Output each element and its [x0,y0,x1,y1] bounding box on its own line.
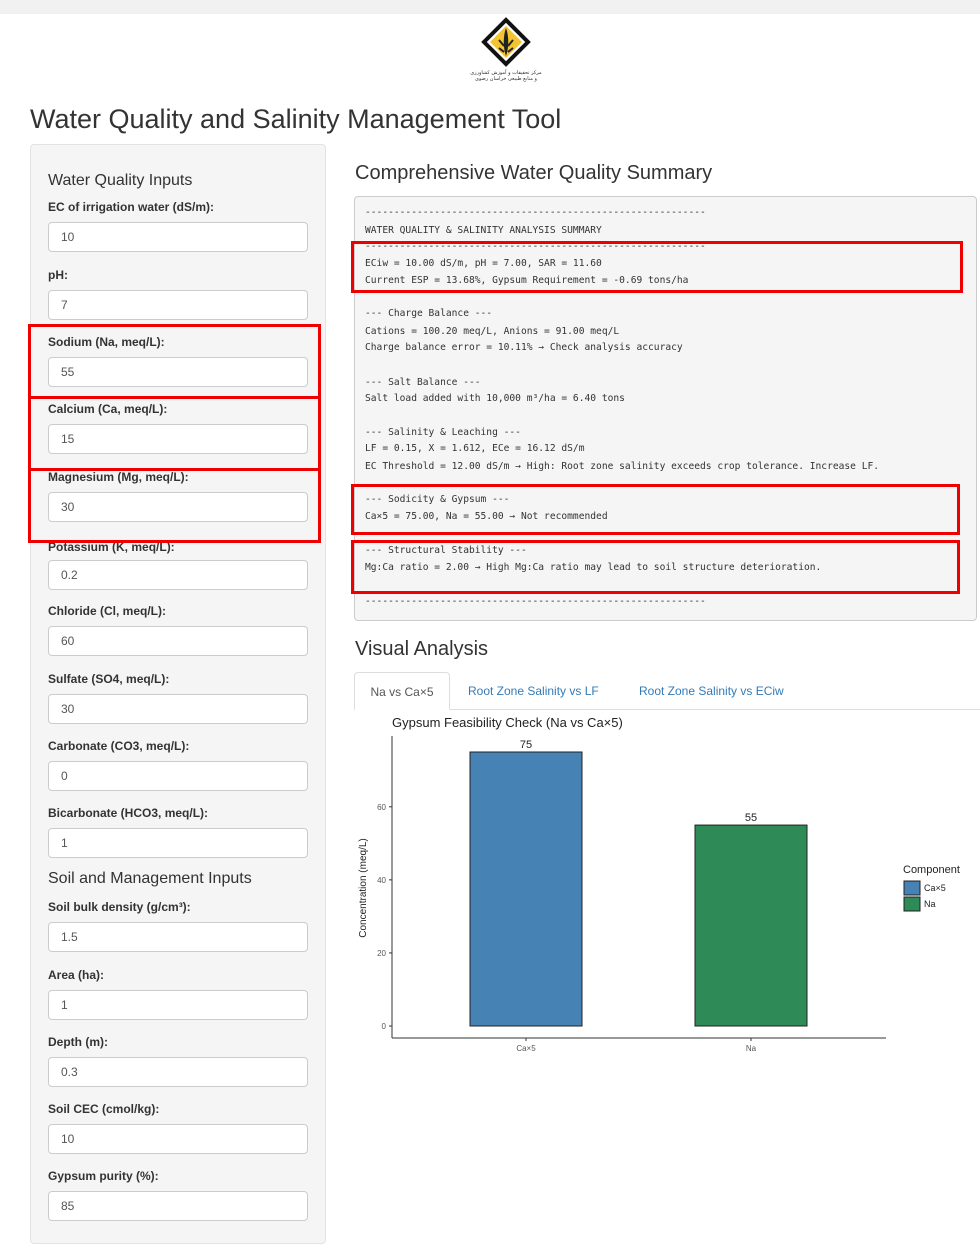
calcium-label: Calcium (Ca, meq/L): [48,402,168,416]
sulfate-input[interactable]: 30 [48,694,308,724]
chloride-input[interactable]: 60 [48,626,308,656]
bulk-density-input[interactable]: 1.5 [48,922,308,952]
legend-label-1: Na [924,899,936,909]
cec-input[interactable]: 10 [48,1124,308,1154]
chloride-label: Chloride (Cl, meq/L): [48,604,166,618]
charge-balance-line2: Charge balance error = 10.11% → Check an… [365,342,683,353]
summary-line2: Current ESP = 13.68%, Gypsum Requirement… [365,275,689,286]
x-tick-label-1: Na [746,1044,757,1053]
potassium-label: Potassium (K, meq/L): [48,540,175,554]
y-tick-label-0: 0 [382,1022,387,1031]
soil-inputs-title: Soil and Management Inputs [48,870,252,887]
bar-1 [694,824,808,1027]
y-tick-label-20: 20 [377,949,386,958]
cec-label: Soil CEC (cmol/kg): [48,1102,160,1116]
summary-rule-mid: ----------------------------------------… [365,241,706,252]
x-tick-label-0: Ca×5 [516,1044,536,1053]
logo-caption-line2: و منابع طبیعی خراسان رضوی [475,76,537,82]
legend-title: Component [903,864,960,876]
ec-input[interactable]: 10 [48,222,308,252]
salt-balance-line1: Salt load added with 10,000 m³/ha = 6.40… [365,393,625,404]
sodium-input[interactable]: 55 [48,357,308,387]
legend-label-0: Ca×5 [924,883,946,893]
water-inputs-title: Water Quality Inputs [48,172,193,189]
summary-rule-top: ----------------------------------------… [365,207,706,218]
logo-caption: مرکز تحقیقات و آموزش کشاورزی و منابع طبی… [462,70,550,82]
bar-0 [469,751,583,1027]
ph-input[interactable]: 7 [48,290,308,320]
sodicity-header: --- Sodicity & Gypsum --- [365,494,510,505]
bicarbonate-input[interactable]: 1 [48,828,308,858]
tab-root-zone-vs-lf[interactable]: Root Zone Salinity vs LF [468,672,599,710]
bar-value-label-0: 75 [520,739,532,751]
structural-header: --- Structural Stability --- [365,545,527,556]
legend-swatch-1 [903,896,921,912]
bulk-density-label: Soil bulk density (g/cm³): [48,900,191,914]
ec-label: EC of irrigation water (dS/m): [48,200,215,214]
sulfate-label: Sulfate (SO4, meq/L): [48,672,170,686]
carbonate-input[interactable]: 0 [48,761,308,791]
area-input[interactable]: 1 [48,990,308,1020]
tab-na-vs-ca[interactable]: Na vs Ca×5 [354,672,450,710]
y-axis-label: Concentration (meq/L) [358,838,369,938]
potassium-input[interactable]: 0.2 [48,560,308,590]
depth-label: Depth (m): [48,1035,108,1049]
magnesium-input[interactable]: 30 [48,492,308,522]
bar-value-label-1: 55 [745,812,757,824]
structural-line1: Mg:Ca ratio = 2.00 → High Mg:Ca ratio ma… [365,562,822,573]
chart-title: Gypsum Feasibility Check (Na vs Ca×5) [392,715,623,730]
area-label: Area (ha): [48,968,105,982]
gypsum-feasibility-chart: Gypsum Feasibility Check (Na vs Ca×5) 0 20… [358,715,960,1053]
sodicity-line1: Ca×5 = 75.00, Na = 55.00 → Not recommend… [365,511,608,522]
tab-root-zone-vs-eciw[interactable]: Root Zone Salinity vs ECiw [639,672,784,710]
charge-balance-line1: Cations = 100.20 meq/L, Anions = 91.00 m… [365,326,620,337]
y-tick-label-60: 60 [377,803,386,812]
summary-title: Comprehensive Water Quality Summary [355,162,713,184]
salt-balance-header: --- Salt Balance --- [365,377,481,388]
sodium-label: Sodium (Na, meq/L): [48,335,165,349]
summary-heading: WATER QUALITY & SALINITY ANALYSIS SUMMAR… [365,225,602,236]
calcium-input[interactable]: 15 [48,424,308,454]
page-title: Water Quality and Salinity Management To… [30,104,562,134]
magnesium-label: Magnesium (Mg, meq/L): [48,470,189,484]
depth-input[interactable]: 0.3 [48,1057,308,1087]
gypsum-purity-label: Gypsum purity (%): [48,1169,159,1183]
summary-rule-bottom: ----------------------------------------… [365,596,706,607]
legend-swatch-0 [903,880,921,896]
gypsum-purity-input[interactable]: 85 [48,1191,308,1221]
y-tick-label-40: 40 [377,876,386,885]
browser-top-strip [0,0,980,14]
charge-balance-header: --- Charge Balance --- [365,308,493,319]
leaching-line1: LF = 0.15, X = 1.612, ECe = 16.12 dS/m [365,443,585,454]
ph-label: pH: [48,268,68,282]
carbonate-label: Carbonate (CO3, meq/L): [48,739,190,753]
leaching-line2: EC Threshold = 12.00 dS/m → High: Root z… [365,461,880,472]
bicarbonate-label: Bicarbonate (HCO3, meq/L): [48,806,209,820]
leaching-header: --- Salinity & Leaching --- [365,427,521,438]
visual-analysis-title: Visual Analysis [355,638,489,660]
summary-line1: ECiw = 10.00 dS/m, pH = 7.00, SAR = 11.6… [365,258,602,269]
